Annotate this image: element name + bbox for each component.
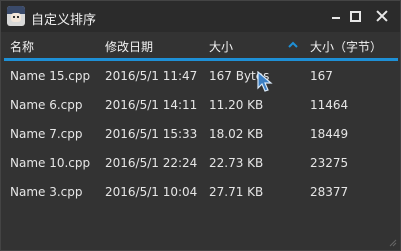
table-row[interactable]: Name 3.cpp 2016/5/1 10:04 27.71 KB 28377 — [1, 177, 400, 207]
close-icon — [376, 10, 388, 22]
table-row[interactable]: Name 6.cpp 2016/5/1 14:11 11.20 KB 11464 — [1, 90, 400, 120]
cell-size: 18.02 KB — [209, 127, 264, 141]
cell-bytes: 28377 — [310, 185, 349, 199]
resize-grip-icon[interactable] — [389, 239, 397, 247]
cell-size: 11.20 KB — [209, 98, 264, 112]
cell-modified: 2016/5/1 14:11 — [105, 98, 198, 112]
table-row[interactable]: Name 15.cpp 2016/5/1 11:47 167 Bytes 167 — [1, 61, 400, 91]
cell-size: 22.73 KB — [209, 156, 264, 170]
app-window: 自定义排序 名称 修改日期 大小 大小（字节） Name 15.cpp 2016… — [0, 0, 401, 251]
cell-modified: 2016/5/1 10:04 — [105, 185, 198, 199]
maximize-button[interactable] — [346, 7, 364, 25]
window-title: 自定义排序 — [31, 13, 97, 28]
cell-modified: 2016/5/1 15:33 — [105, 127, 198, 141]
column-header-size[interactable]: 大小 — [209, 38, 233, 55]
maximize-icon — [349, 10, 361, 22]
minimize-button[interactable] — [327, 7, 345, 25]
column-header-modified[interactable]: 修改日期 — [105, 38, 153, 55]
cell-name: Name 7.cpp — [10, 127, 83, 141]
title-bar[interactable]: 自定义排序 — [1, 1, 400, 32]
table-row[interactable]: Name 7.cpp 2016/5/1 15:33 18.02 KB 18449 — [1, 119, 400, 149]
cell-bytes: 11464 — [310, 98, 349, 112]
column-header-name[interactable]: 名称 — [10, 38, 34, 55]
table-row[interactable]: Name 10.cpp 2016/5/1 22:24 22.73 KB 2327… — [1, 148, 400, 178]
cell-modified: 2016/5/1 22:24 — [105, 156, 198, 170]
cell-bytes: 18449 — [310, 127, 349, 141]
cell-bytes: 23275 — [310, 156, 349, 170]
minimize-icon — [332, 17, 340, 19]
cell-name: Name 3.cpp — [10, 185, 83, 199]
cell-name: Name 6.cpp — [10, 98, 83, 112]
cell-bytes: 167 — [310, 69, 333, 83]
column-header: 名称 修改日期 大小 大小（字节） — [1, 35, 400, 57]
cell-name: Name 15.cpp — [10, 69, 91, 83]
cell-name: Name 10.cpp — [10, 156, 91, 170]
close-button[interactable] — [373, 7, 391, 25]
app-avatar-icon — [7, 6, 25, 26]
cell-size: 27.71 KB — [209, 185, 264, 199]
column-header-bytes[interactable]: 大小（字节） — [310, 38, 382, 55]
cell-modified: 2016/5/1 11:47 — [105, 69, 198, 83]
mouse-cursor-icon — [257, 71, 273, 92]
chevron-up-icon — [288, 41, 298, 48]
